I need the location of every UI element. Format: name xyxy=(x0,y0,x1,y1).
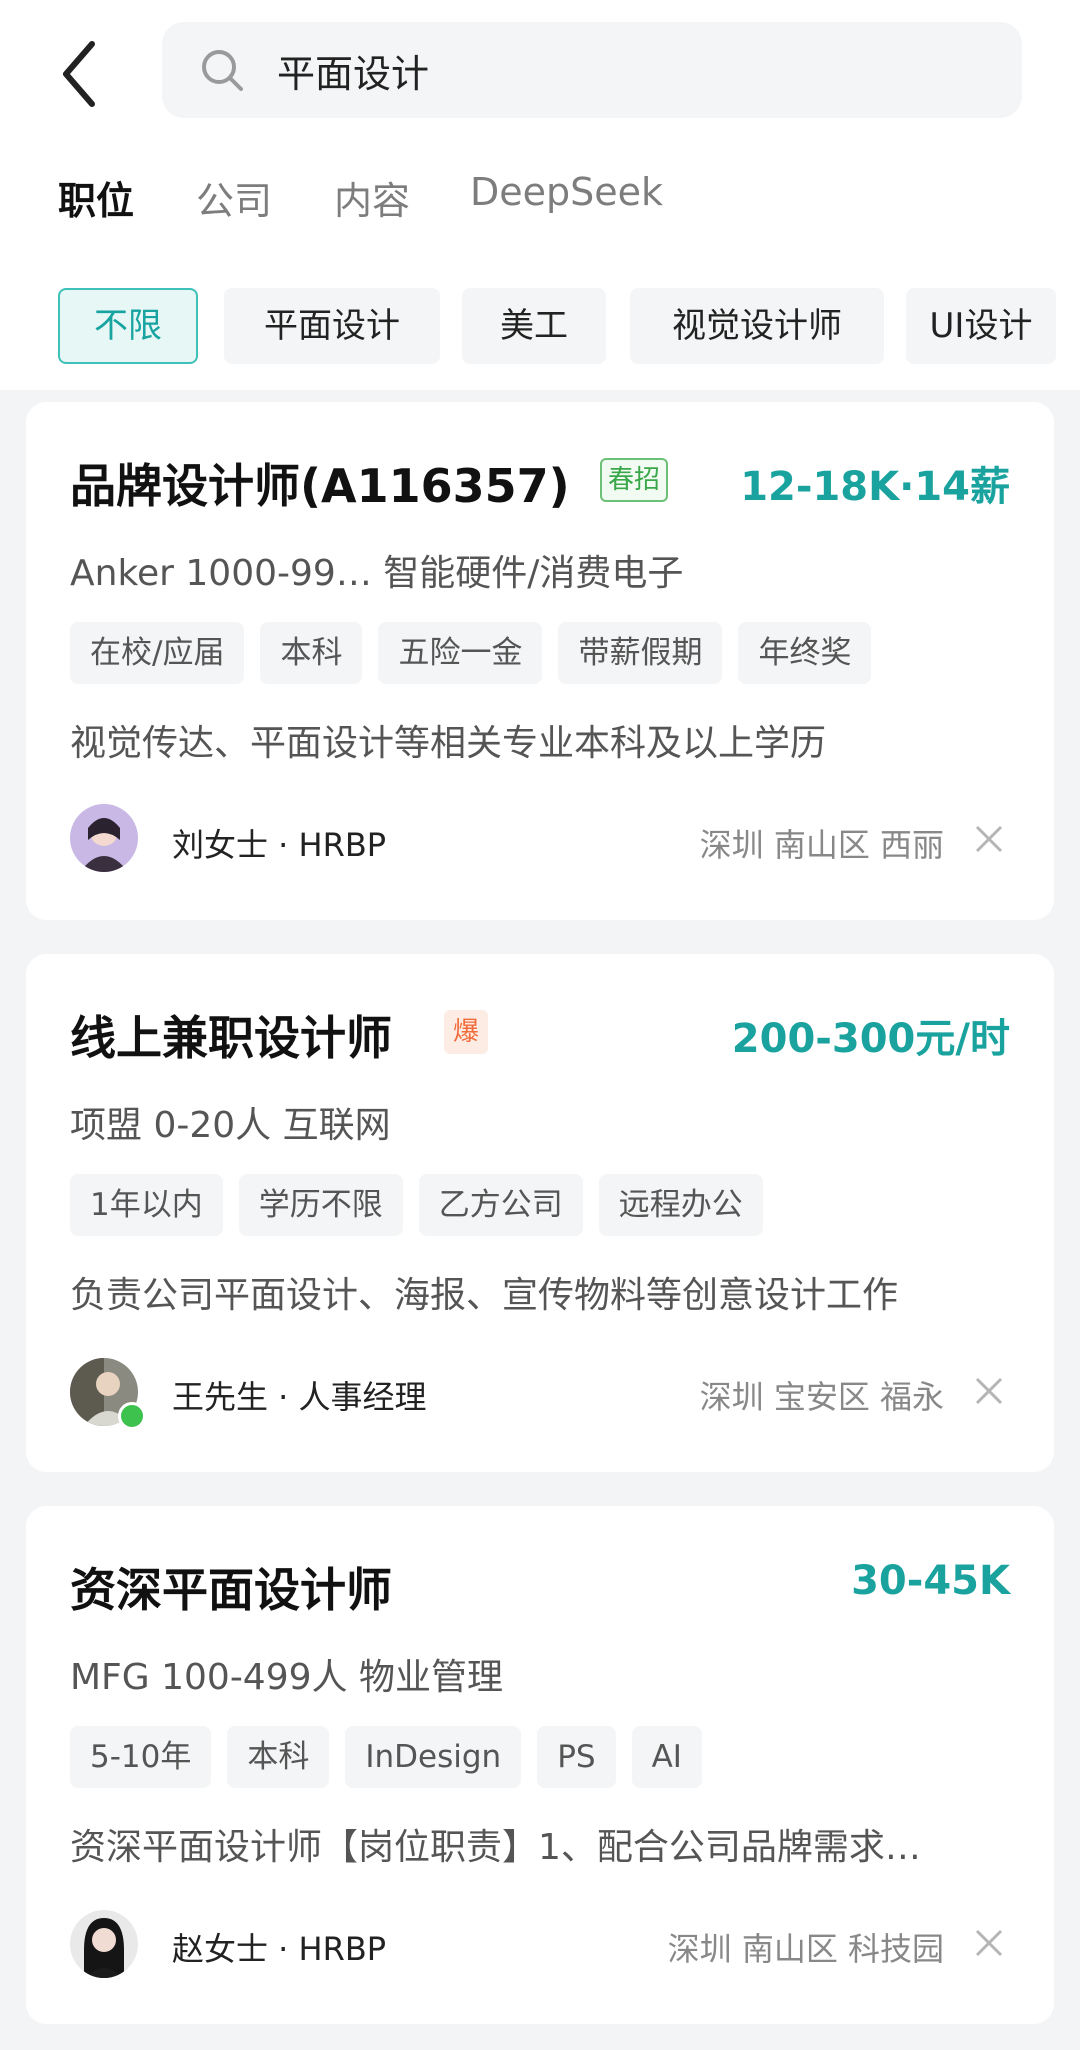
job-salary: 200-300元/时 xyxy=(731,1016,1010,1062)
job-tag: PS xyxy=(537,1726,616,1788)
recruiter-name: 刘女士 · HRBP xyxy=(172,826,387,864)
job-card[interactable]: 品牌设计师(A116357) 春招 12-18K·14薪 Anker 1000-… xyxy=(26,402,1054,920)
chip-art[interactable]: 美工 xyxy=(462,288,606,364)
chip-all[interactable]: 不限 xyxy=(58,288,198,364)
recruiter-name: 赵女士 · HRBP xyxy=(172,1930,387,1968)
back-arrow-icon[interactable] xyxy=(52,34,112,114)
job-tag: 本科 xyxy=(260,622,363,684)
job-card[interactable]: 线上兼职设计师 爆 200-300元/时 项盟 0-20人 互联网 1年以内 学历… xyxy=(26,954,1054,1472)
hot-badge: 爆 xyxy=(444,1010,488,1054)
job-tag: 五险一金 xyxy=(378,622,543,684)
job-card[interactable]: 资深平面设计师 30-45K MFG 100-499人 物业管理 5-10年 本科… xyxy=(26,1506,1054,2024)
close-icon[interactable] xyxy=(974,1928,1004,1958)
job-description: 负责公司平面设计、海报、宣传物料等创意设计工作 xyxy=(70,1275,899,1316)
job-tag: 学历不限 xyxy=(238,1174,403,1236)
job-location: 深圳 宝安区 福永 xyxy=(699,1378,944,1416)
online-status-dot xyxy=(118,1402,146,1430)
recruiter-avatar xyxy=(70,1910,138,1978)
close-icon[interactable] xyxy=(974,1376,1004,1406)
tab-positions[interactable]: 职位 xyxy=(58,170,134,225)
company-info: Anker 1000-99… 智能硬件/消费电子 xyxy=(70,553,684,594)
job-tag: InDesign xyxy=(345,1726,522,1788)
job-tag: 在校/应届 xyxy=(70,622,245,684)
chip-graphic-design[interactable]: 平面设计 xyxy=(224,288,440,364)
result-tabs: 职位 公司 内容 DeepSeek xyxy=(0,170,1080,230)
company-info: MFG 100-499人 物业管理 xyxy=(70,1657,503,1698)
tab-deepseek[interactable]: DeepSeek xyxy=(470,170,663,214)
filter-chips: 不限 平面设计 美工 视觉设计师 UI设计 xyxy=(0,288,1080,364)
recruiter-name: 王先生 · 人事经理 xyxy=(172,1378,427,1416)
search-bar[interactable] xyxy=(162,22,1022,118)
tab-content[interactable]: 内容 xyxy=(334,170,410,225)
job-tag: 带薪假期 xyxy=(558,622,723,684)
job-title: 资深平面设计师 xyxy=(70,1563,392,1617)
job-description: 资深平面设计师【岗位职责】1、配合公司品牌需求… xyxy=(70,1827,921,1868)
job-tag: 年终奖 xyxy=(738,622,872,684)
top-header: 职位 公司 内容 DeepSeek 不限 平面设计 美工 视觉设计师 UI设计 xyxy=(0,0,1080,390)
tab-companies[interactable]: 公司 xyxy=(196,170,272,225)
chip-visual-designer[interactable]: 视觉设计师 xyxy=(630,288,884,364)
job-salary: 30-45K xyxy=(851,1558,1010,1604)
job-tag: AI xyxy=(631,1726,702,1788)
job-location: 深圳 南山区 西丽 xyxy=(699,826,944,864)
job-salary: 12-18K·14薪 xyxy=(740,464,1010,510)
job-tag: 远程办公 xyxy=(598,1174,763,1236)
job-tags: 5-10年 本科 InDesign PS AI xyxy=(70,1726,718,1788)
job-tag: 1年以内 xyxy=(70,1174,223,1236)
search-input[interactable] xyxy=(277,40,977,100)
job-tag: 乙方公司 xyxy=(418,1174,583,1236)
job-tags: 1年以内 学历不限 乙方公司 远程办公 xyxy=(70,1174,779,1236)
spring-recruit-badge: 春招 xyxy=(600,458,669,502)
chip-ui-design[interactable]: UI设计 xyxy=(906,288,1056,364)
recruiter-avatar xyxy=(70,804,138,872)
company-info: 项盟 0-20人 互联网 xyxy=(70,1105,391,1146)
job-tags: 在校/应届 本科 五险一金 带薪假期 年终奖 xyxy=(70,622,887,684)
close-icon[interactable] xyxy=(974,824,1004,854)
search-icon xyxy=(202,50,243,91)
job-title: 品牌设计师(A116357) xyxy=(70,459,570,513)
job-tag: 5-10年 xyxy=(70,1726,212,1788)
job-title: 线上兼职设计师 xyxy=(70,1011,392,1065)
job-description: 视觉传达、平面设计等相关专业本科及以上学历 xyxy=(70,723,827,764)
job-tag: 本科 xyxy=(227,1726,330,1788)
job-location: 深圳 南山区 科技园 xyxy=(667,1930,944,1968)
